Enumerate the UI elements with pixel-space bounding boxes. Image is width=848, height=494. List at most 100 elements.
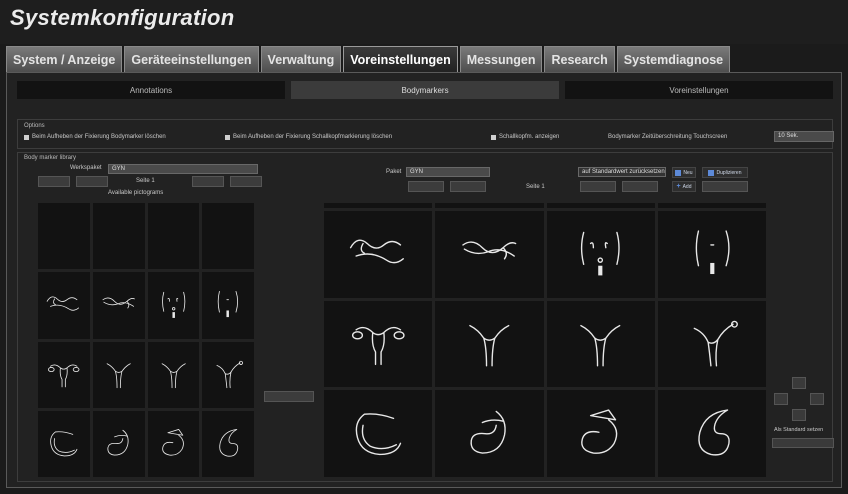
options-title: Options <box>24 123 45 129</box>
left-last-button[interactable] <box>230 176 262 187</box>
subtab-annotations[interactable]: Annotations <box>17 81 285 99</box>
package-pictogram-uterus-side[interactable] <box>324 211 433 298</box>
available-pictogram-uterus-side[interactable] <box>38 272 90 339</box>
tab-system-anzeige[interactable]: System / Anzeige <box>6 46 123 72</box>
tab-verwaltung[interactable]: Verwaltung <box>260 46 342 72</box>
right-next-button[interactable] <box>580 181 616 192</box>
option-label: Schallkopfm. anzeigen <box>499 134 560 140</box>
side-action-button[interactable] <box>772 438 834 448</box>
option-delete-probe-mark[interactable]: Beim Aufheben der Fixierung Schallkopfma… <box>225 134 392 140</box>
package-pictogram-uterus-ovaries[interactable] <box>324 300 433 388</box>
uterus-icon <box>106 363 131 389</box>
content-panel: Annotations Bodymarkers Voreinstellungen… <box>6 72 842 488</box>
available-pictogram-uterus[interactable] <box>147 341 200 408</box>
available-pictogram-fetus-3[interactable] <box>147 410 200 477</box>
pelvis-front-2-icon <box>218 290 239 317</box>
package-pictogram-uterus-tilt[interactable] <box>657 300 766 388</box>
move-up-button[interactable] <box>792 377 806 389</box>
duplicate-icon <box>708 169 715 176</box>
left-next-button[interactable] <box>192 176 224 187</box>
right-last-button[interactable] <box>622 181 658 192</box>
package-pictogram-uterus[interactable] <box>435 300 544 388</box>
tab-geraeteeinstellungen[interactable]: Geräteeinstellungen <box>124 46 259 72</box>
package-pictogram-empty <box>657 203 766 209</box>
package-pictogram-pelvis-front[interactable] <box>546 211 655 298</box>
new-label: Neu <box>683 169 693 176</box>
body-marker-library: Body marker library Werkspaket GYN Seite… <box>17 152 834 482</box>
package-pictogram-fetus-3[interactable] <box>546 390 655 477</box>
uterus-side-2-icon <box>462 241 517 260</box>
available-pictogram-grid <box>38 203 254 477</box>
set-standard-label: Als Standard setzen <box>774 427 824 433</box>
package-pictogram-fetus-1[interactable] <box>324 390 433 477</box>
tab-messungen[interactable]: Messungen <box>459 46 543 72</box>
subtab-voreinstellungen[interactable]: Voreinstellungen <box>565 81 833 99</box>
tab-research[interactable]: Research <box>544 46 615 72</box>
package-pictogram-empty <box>435 203 544 209</box>
option-label: Beim Aufheben der Fixierung Bodymarker l… <box>32 134 166 140</box>
subtab-bodymarkers[interactable]: Bodymarkers <box>291 81 559 99</box>
fetus-4-icon <box>219 429 239 457</box>
fetus-1-icon <box>50 431 78 457</box>
available-pictogram-empty <box>147 203 200 270</box>
uterus-side-icon <box>46 296 80 311</box>
left-first-button[interactable] <box>38 176 70 187</box>
checkbox-icon[interactable] <box>225 134 230 140</box>
tab-voreinstellungen[interactable]: Voreinstellungen <box>343 46 458 72</box>
checkbox-icon[interactable] <box>24 134 29 140</box>
fetus-2-icon <box>470 410 506 454</box>
transfer-button[interactable] <box>264 391 314 402</box>
package-pictogram-uterus[interactable] <box>546 300 655 388</box>
duplicate-button[interactable]: Duplizieren <box>702 167 748 178</box>
available-pictogram-fetus-4[interactable] <box>202 410 254 477</box>
uterus-icon <box>161 363 186 389</box>
available-pictogram-fetus-2[interactable] <box>92 410 145 477</box>
tab-systemdiagnose[interactable]: Systemdiagnose <box>616 46 731 72</box>
uterus-ovaries-icon <box>351 327 405 366</box>
option-delete-bodymarker[interactable]: Beim Aufheben der Fixierung Bodymarker l… <box>24 134 166 140</box>
available-pictogram-uterus-tilt[interactable] <box>202 341 254 408</box>
move-down-button[interactable] <box>792 409 806 421</box>
sub-tabs: Annotations Bodymarkers Voreinstellungen <box>17 81 833 99</box>
paket-select[interactable]: GYN <box>406 167 490 177</box>
package-pictogram-uterus-side-2[interactable] <box>435 211 544 298</box>
timeout-select[interactable]: 10 Sek. <box>774 131 834 142</box>
option-show-probe-mark[interactable]: Schallkopfm. anzeigen <box>491 134 559 140</box>
available-pictogram-pelvis-front[interactable] <box>147 272 200 339</box>
package-pictogram-fetus-4[interactable] <box>657 390 766 477</box>
app-title: Systemkonfiguration <box>10 5 235 30</box>
options-group: Options Beim Aufheben der Fixierung Body… <box>17 119 834 149</box>
reset-default-button[interactable]: auf Standardwert zurücksetzen <box>578 167 666 177</box>
fetus-2-icon <box>107 430 129 456</box>
available-pictogram-fetus-1[interactable] <box>38 410 90 477</box>
werkspaket-label: Werkspaket <box>70 165 102 171</box>
available-pictograms-label: Available pictograms <box>108 190 164 196</box>
move-left-button[interactable] <box>774 393 788 405</box>
add-label: Add <box>682 183 692 190</box>
fetus-1-icon <box>355 413 401 456</box>
title-bar: Systemkonfiguration <box>0 0 848 44</box>
right-first-button[interactable] <box>408 181 444 192</box>
add-button[interactable]: + Add <box>672 181 696 192</box>
right-prev-button[interactable] <box>450 181 486 192</box>
package-pictogram-fetus-2[interactable] <box>435 390 544 477</box>
package-pictogram-pelvis-front-2[interactable] <box>657 211 766 298</box>
remove-button[interactable] <box>702 181 748 192</box>
left-prev-button[interactable] <box>76 176 108 187</box>
paket-label: Paket <box>386 169 402 175</box>
available-pictogram-pelvis-front-2[interactable] <box>202 272 254 339</box>
available-pictogram-empty <box>38 203 90 270</box>
available-pictogram-uterus-side-2[interactable] <box>92 272 145 339</box>
available-pictogram-uterus-ovaries[interactable] <box>38 341 90 408</box>
werkspaket-select[interactable]: GYN <box>108 164 258 174</box>
move-right-button[interactable] <box>810 393 824 405</box>
uterus-ovaries-icon <box>48 364 80 388</box>
left-page-label: Seite 1 <box>136 178 155 184</box>
uterus-icon <box>580 325 621 367</box>
new-button[interactable]: Neu <box>672 167 696 178</box>
fetus-3-icon <box>581 409 618 454</box>
available-pictogram-uterus[interactable] <box>92 341 145 408</box>
library-title: Body marker library <box>24 155 77 161</box>
checkbox-icon[interactable] <box>491 134 496 140</box>
plus-icon: + <box>676 183 681 190</box>
